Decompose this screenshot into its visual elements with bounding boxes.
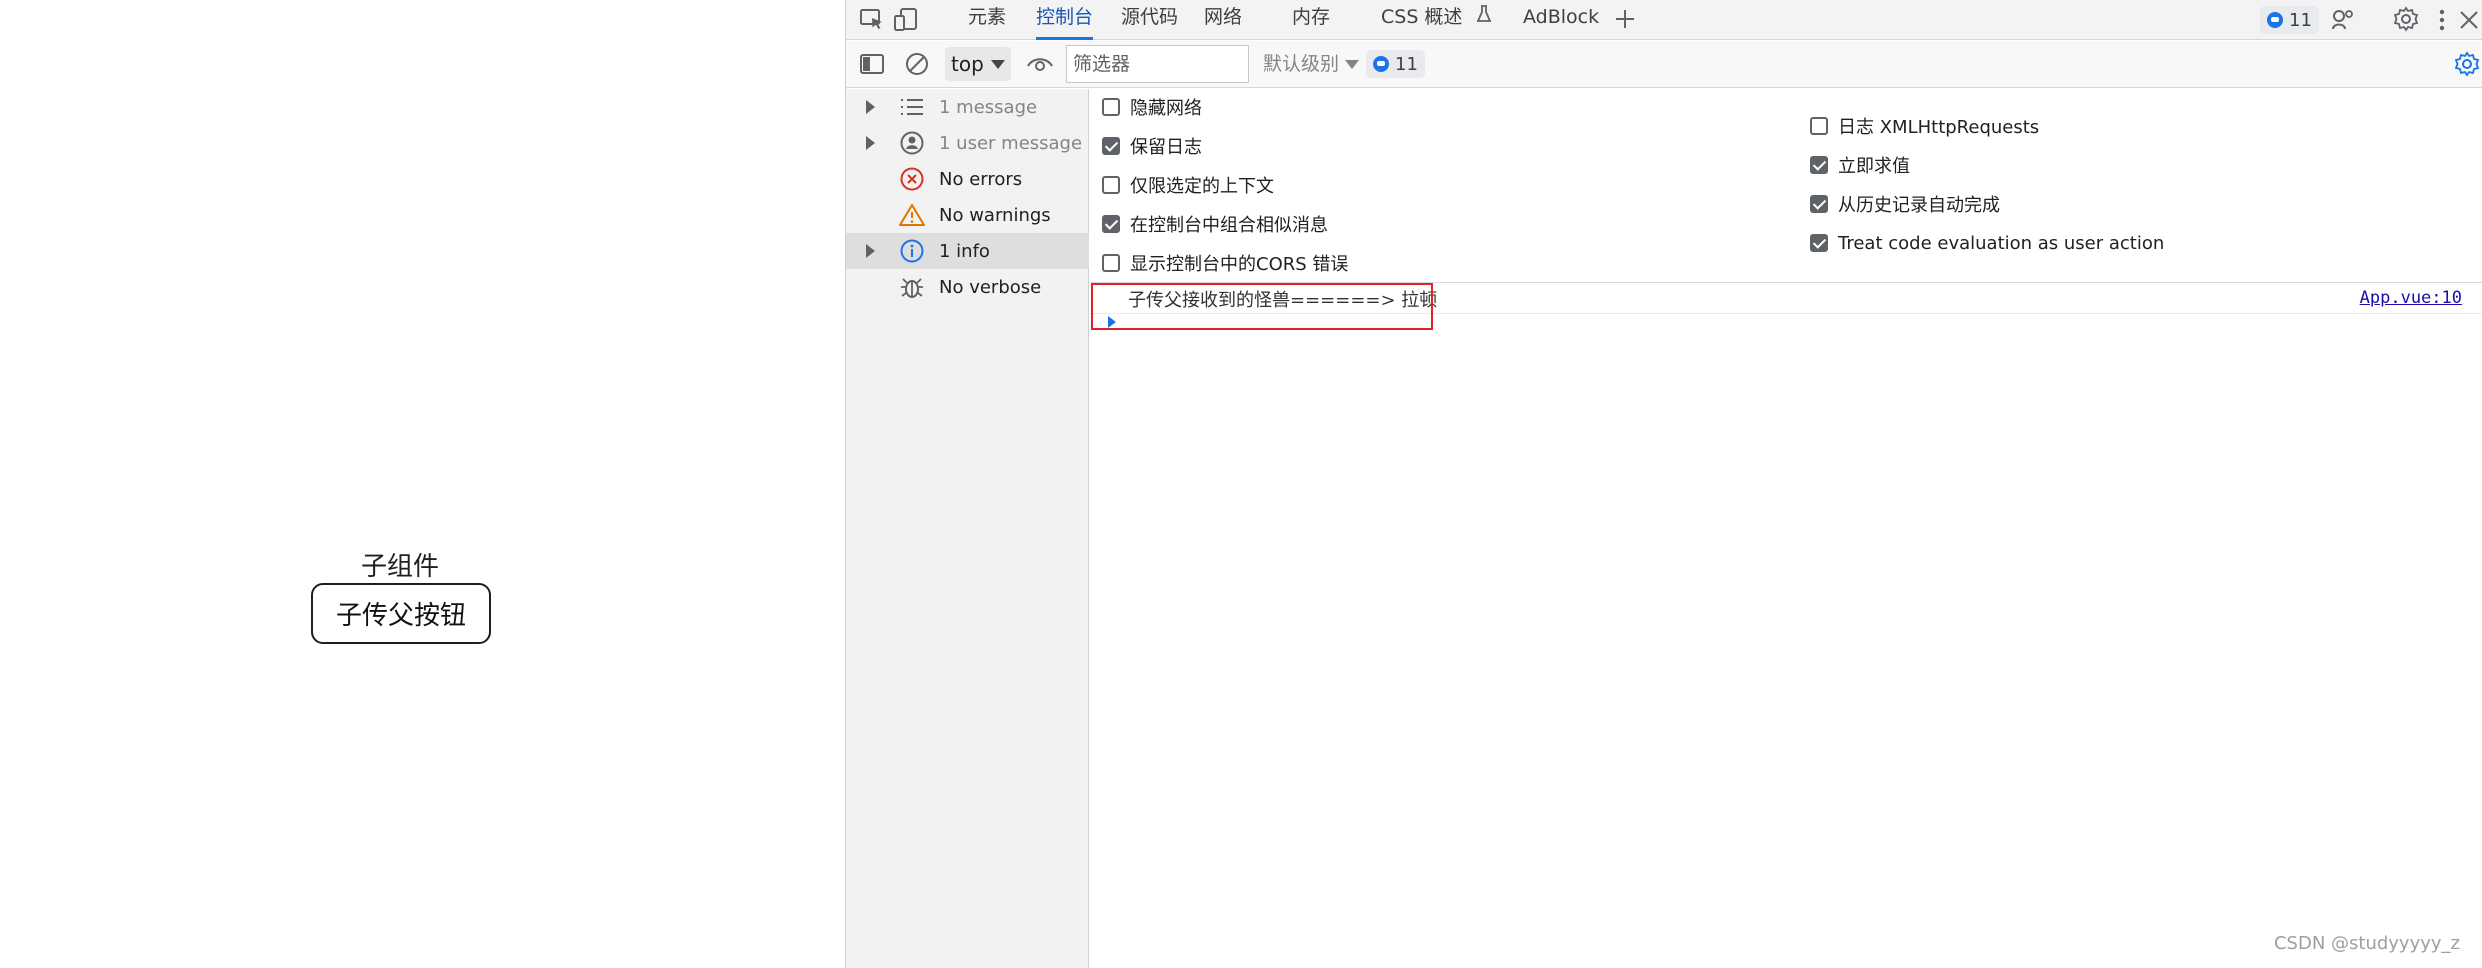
- warning-icon: [898, 201, 926, 229]
- devtools-tabbar: 元素 控制台 源代码 网络 内存 CSS 概述 AdBlock 11: [846, 0, 2482, 40]
- sidebar-item-messages[interactable]: 1 message: [846, 89, 1089, 125]
- sidebar-toggle-icon[interactable]: [858, 50, 886, 78]
- console-sidebar: 1 message 1 user message No errors No wa…: [846, 89, 1089, 968]
- toolbar-issues-count: 11: [1395, 53, 1418, 75]
- setting-hide-network[interactable]: 隐藏网络: [1102, 93, 1202, 121]
- error-icon: [898, 165, 926, 193]
- sidebar-item-verbose[interactable]: No verbose: [846, 269, 1089, 305]
- inspect-element-icon[interactable]: [858, 6, 886, 34]
- setting-label: Treat code evaluation as user action: [1838, 232, 2165, 254]
- checkbox[interactable]: [1102, 98, 1120, 116]
- console-prompt-chevron-icon[interactable]: [1108, 316, 1116, 328]
- bug-icon: [898, 273, 926, 301]
- component-title: 子组件: [360, 552, 439, 582]
- console-toolbar: top 默认级别 11: [846, 41, 2482, 88]
- setting-user-activation-eval[interactable]: Treat code evaluation as user action: [1810, 229, 2164, 257]
- issues-badge-count: 11: [2289, 9, 2312, 31]
- checkbox[interactable]: [1810, 156, 1828, 174]
- message-icon: [2267, 12, 2283, 28]
- app-page: 子组件 子传父按钮: [0, 0, 845, 968]
- expand-triangle-icon[interactable]: [866, 100, 875, 114]
- setting-group-similar[interactable]: 在控制台中组合相似消息: [1102, 210, 1328, 238]
- tab-elements[interactable]: 元素: [968, 0, 1006, 40]
- setting-selected-context-only[interactable]: 仅限选定的上下文: [1102, 171, 1274, 199]
- setting-label: 日志 XMLHttpRequests: [1838, 117, 2040, 138]
- setting-label: 从历史记录自动完成: [1838, 195, 2000, 216]
- user-icon: [898, 129, 926, 157]
- context-selector-value: top: [951, 52, 984, 76]
- checkbox[interactable]: [1102, 176, 1120, 194]
- tab-sources[interactable]: 源代码: [1121, 0, 1178, 40]
- settings-gear-icon[interactable]: [2391, 4, 2421, 34]
- setting-eager-evaluation[interactable]: 立即求值: [1810, 151, 1910, 179]
- checkbox[interactable]: [1810, 195, 1828, 213]
- close-icon[interactable]: [2456, 6, 2482, 34]
- issues-badge[interactable]: 11: [2260, 6, 2319, 34]
- setting-preserve-log[interactable]: 保留日志: [1102, 132, 1202, 160]
- checkbox[interactable]: [1102, 254, 1120, 272]
- sidebar-item-label: No verbose: [939, 276, 1042, 298]
- filter-input[interactable]: [1066, 45, 1249, 83]
- more-tabs-plus-icon[interactable]: [1610, 4, 1640, 34]
- setting-log-xhr[interactable]: 日志 XMLHttpRequests: [1810, 112, 2039, 140]
- sidebar-item-label: 1 message: [939, 96, 1038, 118]
- clear-console-icon[interactable]: [903, 50, 931, 78]
- device-toolbar-icon[interactable]: [892, 6, 920, 34]
- customize-icon[interactable]: [2328, 5, 2358, 35]
- console-log-source-link[interactable]: App.vue:10: [2360, 288, 2462, 308]
- sidebar-item-info[interactable]: 1 info: [846, 233, 1089, 269]
- setting-label: 隐藏网络: [1130, 98, 1202, 119]
- live-expression-eye-icon[interactable]: [1025, 50, 1055, 78]
- console-settings-panel: 隐藏网络 保留日志 仅限选定的上下文 在控制台中组合相似消息 显示控制台中的CO…: [1090, 89, 2482, 283]
- tab-css-overview[interactable]: CSS 概述: [1381, 0, 1492, 40]
- tab-memory[interactable]: 内存: [1292, 0, 1330, 40]
- flask-icon: [1476, 1, 1492, 35]
- watermark: CSDN @studyyyyy_z: [2273, 933, 2460, 954]
- log-level-selector[interactable]: 默认级别: [1263, 47, 1360, 81]
- tab-css-overview-label: CSS 概述: [1381, 6, 1463, 28]
- setting-show-cors-errors[interactable]: 显示控制台中的CORS 错误: [1102, 249, 1348, 277]
- checkbox[interactable]: [1810, 117, 1828, 135]
- sidebar-item-label: No warnings: [939, 204, 1051, 226]
- setting-label: 保留日志: [1130, 137, 1202, 158]
- console-log-message: 子传父接收到的怪兽======> 拉顿: [1128, 290, 1438, 311]
- setting-autocomplete-history[interactable]: 从历史记录自动完成: [1810, 190, 2000, 218]
- sidebar-item-label: No errors: [939, 168, 1023, 190]
- expand-triangle-icon[interactable]: [866, 136, 875, 150]
- context-selector[interactable]: top: [945, 47, 1011, 81]
- child-to-parent-button[interactable]: 子传父按钮: [311, 583, 491, 644]
- checkbox[interactable]: [1102, 137, 1120, 155]
- message-icon: [1373, 56, 1389, 72]
- checkbox[interactable]: [1810, 234, 1828, 252]
- sidebar-item-label: 1 user message: [939, 132, 1083, 154]
- expand-triangle-icon[interactable]: [866, 244, 875, 258]
- setting-label: 立即求值: [1838, 156, 1910, 177]
- tab-adblock[interactable]: AdBlock: [1523, 0, 1599, 40]
- sidebar-item-warnings[interactable]: No warnings: [846, 197, 1089, 233]
- sidebar-item-user-messages[interactable]: 1 user message: [846, 125, 1089, 161]
- tab-network[interactable]: 网络: [1204, 0, 1242, 40]
- console-settings-gear-icon[interactable]: [2452, 49, 2482, 79]
- more-options-icon[interactable]: [2435, 6, 2449, 34]
- list-icon: [898, 93, 926, 121]
- tab-console[interactable]: 控制台: [1036, 0, 1094, 40]
- setting-label: 显示控制台中的CORS 错误: [1130, 254, 1349, 275]
- setting-label: 在控制台中组合相似消息: [1130, 215, 1328, 236]
- devtools-panel: 元素 控制台 源代码 网络 内存 CSS 概述 AdBlock 11 top 筛…: [845, 0, 2482, 968]
- setting-label: 仅限选定的上下文: [1130, 176, 1274, 197]
- sidebar-item-errors[interactable]: No errors: [846, 161, 1089, 197]
- sidebar-item-label: 1 info: [939, 240, 990, 262]
- checkbox[interactable]: [1102, 215, 1120, 233]
- log-level-value: 默认级别: [1263, 53, 1340, 75]
- info-icon: [898, 237, 926, 265]
- chevron-down-icon: [1345, 60, 1360, 69]
- chevron-down-icon: [991, 60, 1005, 69]
- toolbar-issues-badge[interactable]: 11: [1366, 50, 1425, 78]
